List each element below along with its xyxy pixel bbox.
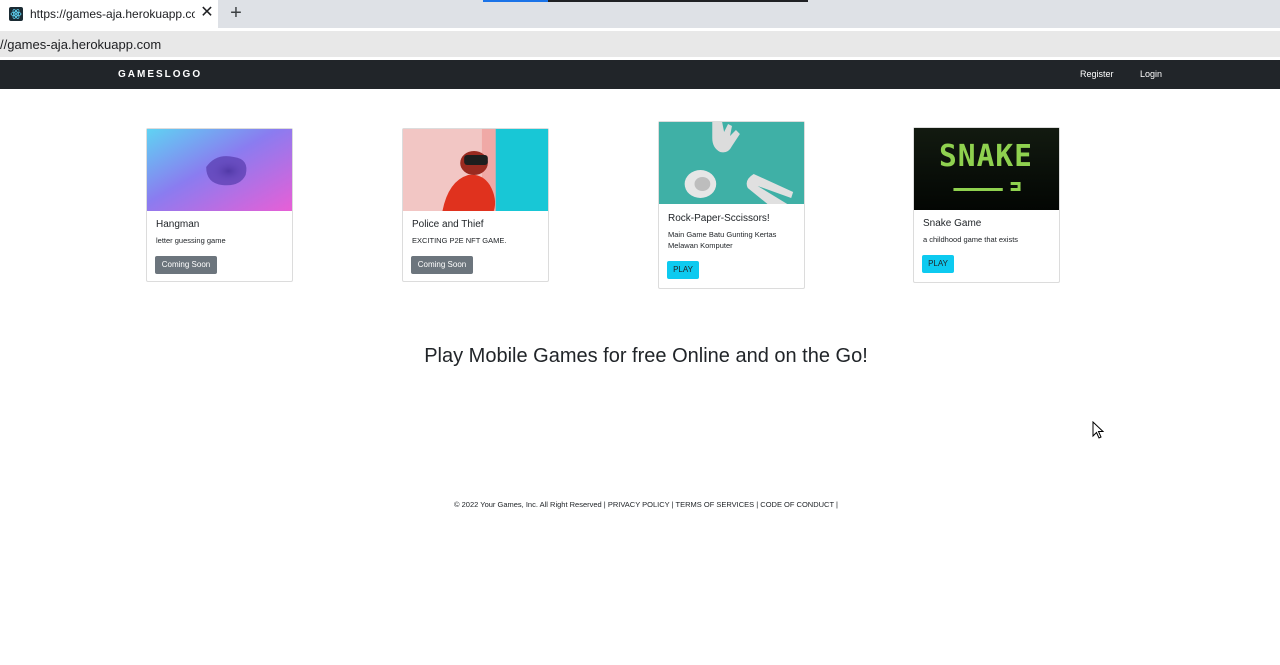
address-bar: //games-aja.herokuapp.com xyxy=(0,28,1280,60)
url-field[interactable]: //games-aja.herokuapp.com xyxy=(0,31,1280,57)
browser-tab-bar: https://games-aja.herokuapp.com ✕ + xyxy=(0,0,1280,28)
card-title: Snake Game xyxy=(923,218,982,229)
snake-image-text: SNAKE xyxy=(939,139,1033,174)
react-favicon-icon xyxy=(9,7,23,21)
footer-separator: | xyxy=(833,500,838,509)
page-headline: Play Mobile Games for free Online and on… xyxy=(424,345,868,367)
login-link[interactable]: Login xyxy=(1140,69,1162,79)
site-footer: © 2022 Your Games, Inc. All Right Reserv… xyxy=(0,500,1280,509)
card-title: Police and Thief xyxy=(412,219,484,230)
rock-paper-scissors-image xyxy=(659,122,804,204)
card-text: Main Game Batu Gunting Kertas Melawan Ko… xyxy=(668,230,777,250)
snake-image: SNAKE xyxy=(914,128,1059,210)
terms-of-services-link[interactable]: TERMS OF SERVICES xyxy=(676,500,755,509)
card-text: EXCITING P2E NFT GAME. xyxy=(412,236,507,245)
card-title: Rock-Paper-Sccissors! xyxy=(668,213,770,224)
code-of-conduct-link[interactable]: CODE OF CONDUCT xyxy=(760,500,834,509)
brand-logo[interactable]: GAMESLOGO xyxy=(118,69,202,80)
game-card-snake: SNAKE Snake Game a childhood game that e… xyxy=(913,127,1060,283)
play-button[interactable]: PLAY xyxy=(667,261,699,279)
loading-indicator-track xyxy=(548,0,808,2)
coming-soon-button[interactable]: Coming Soon xyxy=(411,256,473,274)
new-tab-button[interactable]: + xyxy=(226,3,246,23)
card-text: a childhood game that exists xyxy=(923,235,1019,244)
card-title: Hangman xyxy=(156,219,200,230)
site-navbar: GAMESLOGO Register Login xyxy=(0,60,1280,89)
game-card-police-thief: Police and Thief EXCITING P2E NFT GAME. … xyxy=(402,128,549,282)
mouse-cursor-icon xyxy=(1092,420,1105,439)
close-tab-icon[interactable]: ✕ xyxy=(198,4,216,22)
game-card-rock-paper-scissors: Rock-Paper-Sccissors! Main Game Batu Gun… xyxy=(658,121,805,289)
game-card-hangman: Hangman letter guessing game Coming Soon xyxy=(146,128,293,282)
police-thief-image xyxy=(403,129,548,211)
loading-indicator xyxy=(483,0,548,2)
card-text: letter guessing game xyxy=(156,236,226,245)
tab-title: https://games-aja.herokuapp.com xyxy=(30,7,195,21)
coming-soon-button[interactable]: Coming Soon xyxy=(155,256,217,274)
browser-tab[interactable]: https://games-aja.herokuapp.com ✕ xyxy=(0,0,218,28)
hangman-image xyxy=(147,129,292,211)
privacy-policy-link[interactable]: PRIVACY POLICY xyxy=(608,500,670,509)
url-text: //games-aja.herokuapp.com xyxy=(0,37,162,52)
register-link[interactable]: Register xyxy=(1080,69,1114,79)
copyright-text: © 2022 Your Games, Inc. All Right Reserv… xyxy=(454,500,608,509)
play-button[interactable]: PLAY xyxy=(922,255,954,273)
